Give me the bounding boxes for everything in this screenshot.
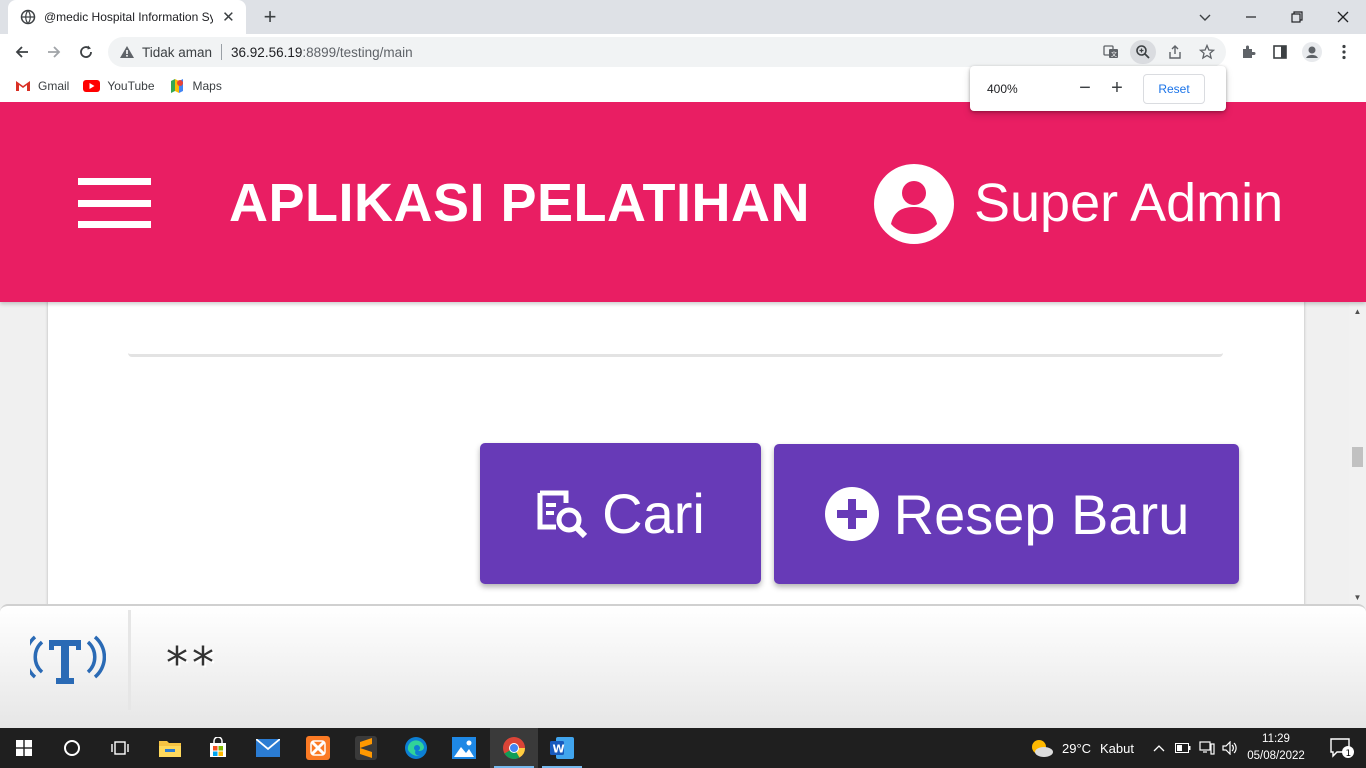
volume-icon[interactable] xyxy=(1218,728,1242,768)
start-button[interactable] xyxy=(0,728,48,768)
zoom-out-button[interactable]: − xyxy=(1069,77,1101,101)
broadcast-t-logo xyxy=(23,628,107,690)
chrome-icon[interactable] xyxy=(490,728,538,768)
battery-icon[interactable] xyxy=(1171,728,1195,768)
task-view-icon[interactable] xyxy=(96,728,144,768)
page-scrollbar[interactable]: ▲ ▼ xyxy=(1349,302,1366,606)
weather-icon[interactable] xyxy=(1018,728,1066,768)
url-path: :8899/testing/main xyxy=(302,44,413,60)
hamburger-menu-icon[interactable] xyxy=(78,178,151,228)
network-icon[interactable] xyxy=(1195,728,1219,768)
security-status[interactable]: Tidak aman xyxy=(142,45,212,60)
card-divider xyxy=(128,352,1223,357)
mail-icon[interactable] xyxy=(244,728,292,768)
youtube-icon xyxy=(83,79,101,93)
weather-condition[interactable]: Kabut xyxy=(1100,728,1134,768)
zoom-icon[interactable] xyxy=(1130,40,1156,64)
plus-circle-icon xyxy=(824,486,880,542)
gmail-icon xyxy=(14,79,31,93)
profile-icon[interactable] xyxy=(1298,38,1326,66)
arrow-right-icon xyxy=(48,46,61,58)
zoom-popup: 400% − + Reset xyxy=(970,66,1226,111)
xampp-icon[interactable] xyxy=(294,728,342,768)
bookmark-youtube[interactable]: YouTube xyxy=(83,79,155,93)
zoom-reset-button[interactable]: Reset xyxy=(1143,73,1205,104)
windows-taskbar: W 29°C Kabut 11:29 05/08/2022 1 xyxy=(0,728,1366,768)
search-document-icon xyxy=(536,489,588,539)
tab-strip: @medic Hospital Information System ✕ + xyxy=(0,0,1366,34)
maps-icon xyxy=(169,79,186,93)
zoom-level: 400% xyxy=(987,81,1018,96)
zoom-in-button[interactable]: + xyxy=(1101,77,1133,101)
search-circle-icon[interactable] xyxy=(48,728,96,768)
translate-icon[interactable]: 文 xyxy=(1098,40,1124,64)
scroll-down-icon[interactable]: ▼ xyxy=(1349,590,1366,604)
bookmark-star-icon[interactable] xyxy=(1194,40,1220,64)
bookmark-label: Gmail xyxy=(38,79,70,93)
share-icon[interactable] xyxy=(1162,40,1188,64)
sublime-text-icon[interactable] xyxy=(342,728,390,768)
store-icon[interactable] xyxy=(194,728,242,768)
system-clock[interactable]: 11:29 05/08/2022 xyxy=(1244,731,1308,765)
tray-chevron-up-icon[interactable] xyxy=(1147,728,1171,768)
side-panel-icon[interactable] xyxy=(1266,38,1294,66)
bookmark-gmail[interactable]: Gmail xyxy=(14,79,69,93)
notification-center-icon[interactable]: 1 xyxy=(1318,728,1366,768)
scrollbar-thumb[interactable] xyxy=(1352,447,1363,467)
close-window-button[interactable] xyxy=(1320,0,1366,34)
address-bar[interactable]: Tidak aman 36.92.56.19 :8899/testing/mai… xyxy=(108,37,1226,67)
warning-icon[interactable] xyxy=(118,43,136,61)
minimize-button[interactable] xyxy=(1228,0,1274,34)
extensions-icon[interactable] xyxy=(1234,38,1262,66)
word-icon[interactable]: W xyxy=(538,728,586,768)
globe-icon xyxy=(20,9,36,25)
bottom-overlay-panel: ** xyxy=(0,604,1366,728)
notification-count: 1 xyxy=(1346,749,1352,759)
clock-time: 11:29 xyxy=(1262,733,1290,745)
scroll-up-icon[interactable]: ▲ xyxy=(1349,304,1366,318)
overlay-text: ** xyxy=(166,638,218,689)
app-bar: APLIKASI PELATIHAN Super Admin xyxy=(0,102,1366,302)
clock-date: 05/08/2022 xyxy=(1247,750,1305,762)
back-button[interactable] xyxy=(8,38,36,66)
app-title: APLIKASI PELATIHAN xyxy=(229,173,811,233)
search-button-label: Cari xyxy=(602,482,705,545)
new-tab-button[interactable]: + xyxy=(258,4,282,29)
file-explorer-icon[interactable] xyxy=(146,728,194,768)
panel-separator xyxy=(128,610,131,710)
url-host: 36.92.56.19 xyxy=(231,44,303,60)
tab-title: @medic Hospital Information System xyxy=(44,10,213,24)
browser-tab[interactable]: @medic Hospital Information System ✕ xyxy=(8,0,246,34)
tab-close-icon[interactable]: ✕ xyxy=(221,9,236,26)
new-prescription-label: Resep Baru xyxy=(893,482,1190,546)
svg-text:W: W xyxy=(553,743,565,756)
reload-icon xyxy=(80,45,92,58)
new-prescription-button[interactable]: Resep Baru xyxy=(774,444,1239,584)
svg-text:文: 文 xyxy=(1111,51,1117,59)
omnibox-separator xyxy=(221,44,223,60)
restore-button[interactable] xyxy=(1274,0,1320,34)
weather-temperature[interactable]: 29°C xyxy=(1062,728,1091,768)
edge-icon[interactable] xyxy=(392,728,440,768)
windows-icon xyxy=(16,740,32,756)
user-avatar-icon[interactable] xyxy=(874,164,954,244)
search-button[interactable]: Cari xyxy=(480,443,761,584)
bookmark-label: Maps xyxy=(192,79,222,93)
menu-kebab-icon[interactable] xyxy=(1330,38,1358,66)
user-name[interactable]: Super Admin xyxy=(974,172,1283,234)
browser-toolbar: Tidak aman 36.92.56.19 :8899/testing/mai… xyxy=(0,34,1366,70)
bookmark-label: YouTube xyxy=(107,79,155,93)
photos-icon[interactable] xyxy=(440,728,488,768)
chevron-down-icon[interactable] xyxy=(1182,0,1228,34)
bookmark-maps[interactable]: Maps xyxy=(169,79,222,93)
reload-button[interactable] xyxy=(72,38,100,66)
arrow-left-icon xyxy=(15,46,28,58)
forward-button[interactable] xyxy=(40,38,68,66)
